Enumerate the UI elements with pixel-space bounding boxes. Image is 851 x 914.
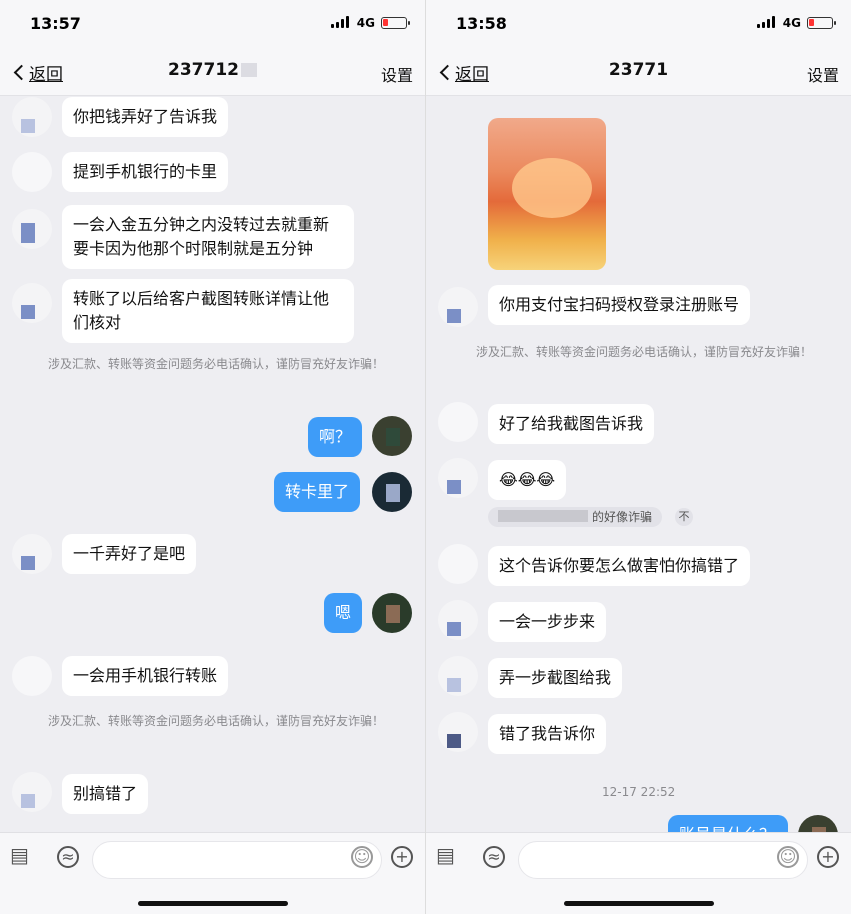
- message-input[interactable]: [92, 841, 382, 879]
- recall-notice: 的好像诈骗: [488, 507, 663, 527]
- avatar[interactable]: [12, 534, 52, 574]
- plus-icon[interactable]: +: [817, 846, 839, 868]
- avatar[interactable]: [12, 152, 52, 192]
- avatar-self[interactable]: [372, 416, 412, 456]
- avatar[interactable]: [12, 283, 52, 323]
- avatar[interactable]: [438, 712, 478, 752]
- message-bubble[interactable]: 一会用手机银行转账: [62, 656, 229, 696]
- avatar[interactable]: [438, 402, 478, 442]
- emoji-icon[interactable]: ☺: [351, 846, 373, 868]
- message-bubble[interactable]: 一千弄好了是吧: [62, 534, 197, 574]
- timestamp: 12-17 22:52: [602, 785, 676, 799]
- left-screenshot: 13:57 4G 返回 237712 设置 你把钱弄好了告诉我 提到手机银行的卡…: [0, 0, 425, 914]
- status-bar: 13:57 4G: [0, 0, 425, 48]
- input-bar: ▤ ≈ ☺ +: [0, 832, 425, 914]
- avatar-self[interactable]: [372, 593, 412, 633]
- status-time: 13:57: [30, 14, 81, 33]
- status-time: 13:58: [456, 14, 507, 33]
- avatar[interactable]: [12, 656, 52, 696]
- voice-icon[interactable]: ≈: [57, 846, 79, 868]
- security-notice: 涉及汇款、转账等资金问题务必电话确认，谨防冒充好友诈骗！: [48, 714, 385, 728]
- message-input[interactable]: [518, 841, 808, 879]
- keyboard-icon[interactable]: ▤: [436, 843, 455, 867]
- plus-icon[interactable]: +: [391, 846, 413, 868]
- home-indicator[interactable]: [564, 901, 714, 906]
- avatar[interactable]: [12, 97, 52, 137]
- chat-title: 23771: [426, 60, 851, 80]
- network-label: 4G: [782, 16, 801, 30]
- right-screenshot: 13:58 4G 返回 23771 设置 你用支付宝扫码授权登录注册账号 涉及汇…: [426, 0, 851, 914]
- message-bubble[interactable]: 你用支付宝扫码授权登录注册账号: [488, 285, 751, 325]
- input-bar: ▤ ≈ ☺ +: [426, 832, 851, 914]
- signal-icon: [757, 16, 777, 28]
- voice-icon[interactable]: ≈: [483, 846, 505, 868]
- recall-close-button[interactable]: 不: [675, 508, 693, 526]
- settings-button[interactable]: 设置: [807, 62, 839, 86]
- avatar[interactable]: [438, 458, 478, 498]
- message-bubble[interactable]: 一会一步步来: [488, 602, 607, 642]
- message-bubble[interactable]: 提到手机银行的卡里: [62, 152, 229, 192]
- message-bubble[interactable]: 一会入金五分钟之内没转过去就重新要卡因为他那个时限制就是五分钟: [62, 205, 354, 269]
- image-message[interactable]: [488, 118, 606, 270]
- status-bar: 13:58 4G: [426, 0, 851, 48]
- avatar[interactable]: [438, 656, 478, 696]
- message-bubble[interactable]: 好了给我截图告诉我: [488, 404, 655, 444]
- emoji-icon[interactable]: ☺: [777, 846, 799, 868]
- chat-title-text: 23771: [608, 60, 669, 80]
- settings-button[interactable]: 设置: [381, 62, 413, 86]
- message-bubble[interactable]: 错了我告诉你: [488, 714, 607, 754]
- signal-icon: [331, 16, 351, 28]
- message-bubble[interactable]: 转账了以后给客户截图转账详情让他们核对: [62, 279, 354, 343]
- message-bubble[interactable]: 你把钱弄好了告诉我: [62, 97, 229, 137]
- network-label: 4G: [356, 16, 375, 30]
- nav-bar: 返回 237712 设置: [0, 48, 425, 96]
- nav-bar: 返回 23771 设置: [426, 48, 851, 96]
- chat-title: 237712: [0, 60, 425, 80]
- message-bubble[interactable]: 弄一步截图给我: [488, 658, 623, 698]
- avatar[interactable]: [438, 544, 478, 584]
- home-indicator[interactable]: [138, 901, 288, 906]
- avatar[interactable]: [438, 600, 478, 640]
- security-notice: 涉及汇款、转账等资金问题务必电话确认，谨防冒充好友诈骗！: [476, 345, 813, 359]
- avatar-self[interactable]: [372, 472, 412, 512]
- recall-text: 的好像诈骗: [592, 510, 653, 524]
- message-bubble-outgoing[interactable]: 啊？: [308, 417, 363, 457]
- avatar[interactable]: [438, 287, 478, 327]
- redaction-mask: [240, 63, 257, 77]
- battery-icon: [381, 17, 410, 29]
- avatar[interactable]: [12, 772, 52, 812]
- redaction-mask: [498, 510, 588, 522]
- message-bubble-emoji[interactable]: 😂😂😂: [488, 460, 567, 500]
- chat-title-text: 237712: [168, 60, 239, 80]
- message-bubble[interactable]: 这个告诉你要怎么做害怕你搞错了: [488, 546, 751, 586]
- keyboard-icon[interactable]: ▤: [10, 843, 29, 867]
- security-notice: 涉及汇款、转账等资金问题务必电话确认，谨防冒充好友诈骗！: [48, 357, 385, 371]
- message-bubble[interactable]: 别搞错了: [62, 774, 149, 814]
- message-bubble-outgoing[interactable]: 转卡里了: [274, 472, 361, 512]
- avatar[interactable]: [12, 209, 52, 249]
- battery-icon: [807, 17, 836, 29]
- message-bubble-outgoing[interactable]: 嗯: [324, 593, 363, 633]
